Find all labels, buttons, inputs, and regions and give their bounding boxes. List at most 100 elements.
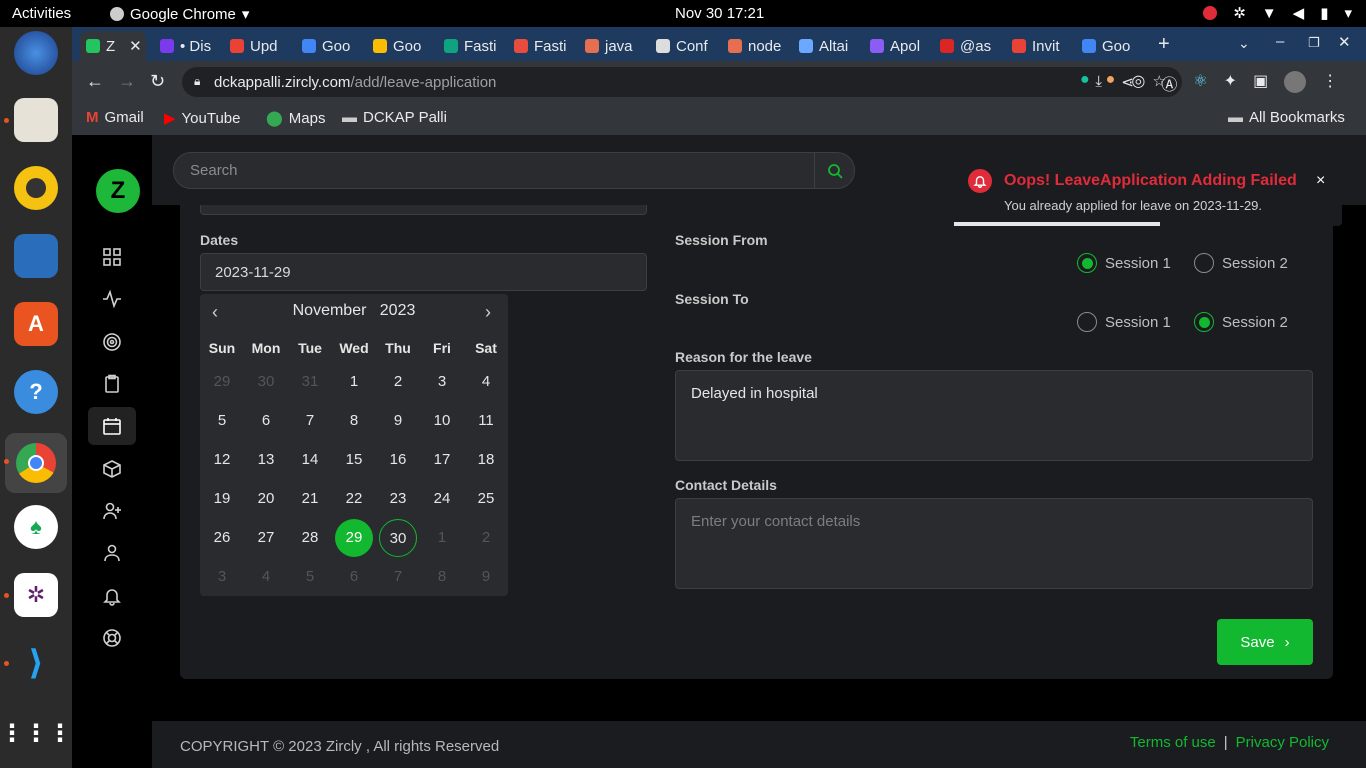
tab-node[interactable]: node — [722, 31, 792, 61]
calendar-day[interactable]: 10 — [423, 402, 461, 440]
system-tray[interactable]: ✲ ▼ ◀ ▮ ▾ — [1203, 4, 1352, 22]
close-icon[interactable]: × — [1316, 172, 1325, 190]
calendar-day[interactable]: 4 — [467, 363, 505, 401]
search-input[interactable] — [174, 162, 814, 179]
target-icon[interactable] — [88, 323, 136, 361]
more-icon[interactable]: ⋮ — [1322, 71, 1338, 95]
calendar-day[interactable]: 25 — [467, 480, 505, 518]
bookmark-gmail[interactable]: M Gmail — [86, 109, 144, 126]
tab-zircly[interactable]: Z ✕ — [80, 31, 146, 61]
help-icon[interactable]: ? — [14, 370, 58, 414]
calendar-day[interactable]: 23 — [379, 480, 417, 518]
calendar-day[interactable]: 21 — [291, 480, 329, 518]
json-viewer-icon[interactable]: ◎ — [1131, 71, 1145, 95]
box-icon[interactable] — [88, 450, 136, 488]
calendar-day[interactable]: 17 — [423, 441, 461, 479]
calendar-day[interactable]: 16 — [379, 441, 417, 479]
activity-icon[interactable] — [88, 280, 136, 318]
calendar-day[interactable]: 8 — [335, 402, 373, 440]
puzzle-icon[interactable]: ✦ — [1224, 71, 1237, 95]
tab-java[interactable]: java — [579, 31, 649, 61]
privacy-policy-link[interactable]: Privacy Policy — [1236, 734, 1329, 751]
calendar-day[interactable]: 22 — [335, 480, 373, 518]
vscode-icon[interactable]: ⟩ — [14, 641, 58, 685]
reason-textarea[interactable]: Delayed in hospital — [675, 370, 1313, 461]
contact-details-textarea[interactable]: Enter your contact details — [675, 498, 1313, 589]
previous-field[interactable] — [200, 205, 647, 215]
reload-icon[interactable]: ↻ — [150, 71, 165, 92]
forward-icon[interactable]: → — [118, 71, 136, 92]
tab-search-icon[interactable]: ⌄ — [1238, 35, 1250, 52]
tab-gmail-invite[interactable]: Invit — [1006, 31, 1076, 61]
tab-google-drive[interactable]: Goo — [367, 31, 437, 61]
session-to-session-1-radio[interactable]: Session 1 — [1077, 312, 1171, 332]
search-icon[interactable] — [814, 153, 854, 188]
calendar-month[interactable]: November — [293, 302, 367, 319]
dates-input[interactable]: 2023-11-29 — [200, 253, 647, 291]
thunderbird-icon[interactable] — [14, 31, 58, 75]
calendar-day[interactable]: 18 — [467, 441, 505, 479]
bell-icon[interactable] — [88, 577, 136, 615]
tab-altair[interactable]: Altai — [793, 31, 863, 61]
calendar-year[interactable]: 2023 — [380, 302, 416, 319]
session-from-session-1-radio[interactable]: Session 1 — [1077, 253, 1171, 273]
calendar-day[interactable]: 20 — [247, 480, 285, 518]
files-icon[interactable] — [14, 98, 58, 142]
mongodb-compass-icon[interactable]: ♠ — [14, 505, 58, 549]
show-apps-icon[interactable]: ⋮⋮⋮ — [0, 711, 72, 755]
calendar-day[interactable]: 11 — [467, 402, 505, 440]
back-icon[interactable]: ← — [86, 71, 104, 92]
calendar-day[interactable]: 26 — [203, 519, 241, 557]
terms-of-use-link[interactable]: Terms of use — [1130, 734, 1216, 751]
add-user-icon[interactable] — [88, 492, 136, 530]
calendar-day[interactable]: 19 — [203, 480, 241, 518]
react-devtools-icon[interactable]: ⚛ — [1193, 71, 1207, 95]
user-icon[interactable] — [88, 534, 136, 572]
maximize-icon[interactable]: ❐ — [1308, 35, 1320, 51]
libreoffice-writer-icon[interactable] — [14, 234, 58, 278]
calendar-day[interactable]: 27 — [247, 519, 285, 557]
session-from-session-2-radio[interactable]: Session 2 — [1194, 253, 1288, 273]
calendar-day[interactable]: 1 — [335, 363, 373, 401]
bookmark-youtube[interactable]: ▶ YouTube — [164, 109, 241, 128]
tab-fastify-openai[interactable]: Fasti — [438, 31, 508, 61]
all-bookmarks[interactable]: ▬ All Bookmarks — [1228, 109, 1345, 126]
calendar-day[interactable]: 13 — [247, 441, 285, 479]
calendar-day[interactable]: 5 — [203, 402, 241, 440]
tab-confluence[interactable]: Conf — [650, 31, 720, 61]
session-to-session-2-radio[interactable]: Session 2 — [1194, 312, 1288, 332]
calendar-day[interactable]: 9 — [379, 402, 417, 440]
slack-icon[interactable]: ✲ — [14, 573, 58, 617]
calendar-day[interactable]: 29 — [335, 519, 373, 557]
side-panel-icon[interactable]: ▣ — [1253, 71, 1268, 95]
app-menu[interactable]: Google Chrome ▾ — [110, 5, 249, 23]
save-button[interactable]: Save › — [1217, 619, 1313, 665]
calendar-day[interactable]: 12 — [203, 441, 241, 479]
calendar-day[interactable]: 24 — [423, 480, 461, 518]
tab-as[interactable]: @as — [934, 31, 1004, 61]
zircly-logo[interactable]: Z — [96, 169, 140, 213]
profile-avatar[interactable] — [1284, 71, 1307, 93]
activities-button[interactable]: Activities — [12, 5, 71, 22]
calendar-day[interactable]: 28 — [291, 519, 329, 557]
apollo-extension-icon[interactable]: Ⓐ — [1161, 71, 1177, 95]
calendar-day[interactable]: 7 — [291, 402, 329, 440]
calendar-day[interactable]: 15 — [335, 441, 373, 479]
tab-fastify[interactable]: Fasti — [508, 31, 578, 61]
software-center-icon[interactable]: A — [14, 302, 58, 346]
tab-apollo[interactable]: Apol — [864, 31, 934, 61]
chrome-dock-icon[interactable] — [5, 433, 67, 493]
tab-gmail-update[interactable]: Upd — [224, 31, 294, 61]
bookmark-dckap-palli[interactable]: ▬ DCKAP Palli — [342, 109, 447, 126]
calendar-day[interactable]: 2 — [379, 363, 417, 401]
chevron-right-icon[interactable]: › — [485, 302, 491, 323]
minimize-icon[interactable]: – — [1276, 33, 1284, 50]
clipboard-icon[interactable] — [88, 365, 136, 403]
calendar-day[interactable]: 30 — [379, 519, 417, 557]
close-icon[interactable]: ✕ — [129, 37, 142, 55]
bookmark-maps[interactable]: ⬤ Maps — [266, 109, 325, 128]
calendar-day[interactable]: 3 — [423, 363, 461, 401]
calendar-icon[interactable] — [88, 407, 136, 445]
support-icon[interactable] — [88, 619, 136, 657]
address-bar[interactable]: 🔒︎ dckappalli.zircly.com/add/leave-appli… — [182, 67, 1182, 97]
